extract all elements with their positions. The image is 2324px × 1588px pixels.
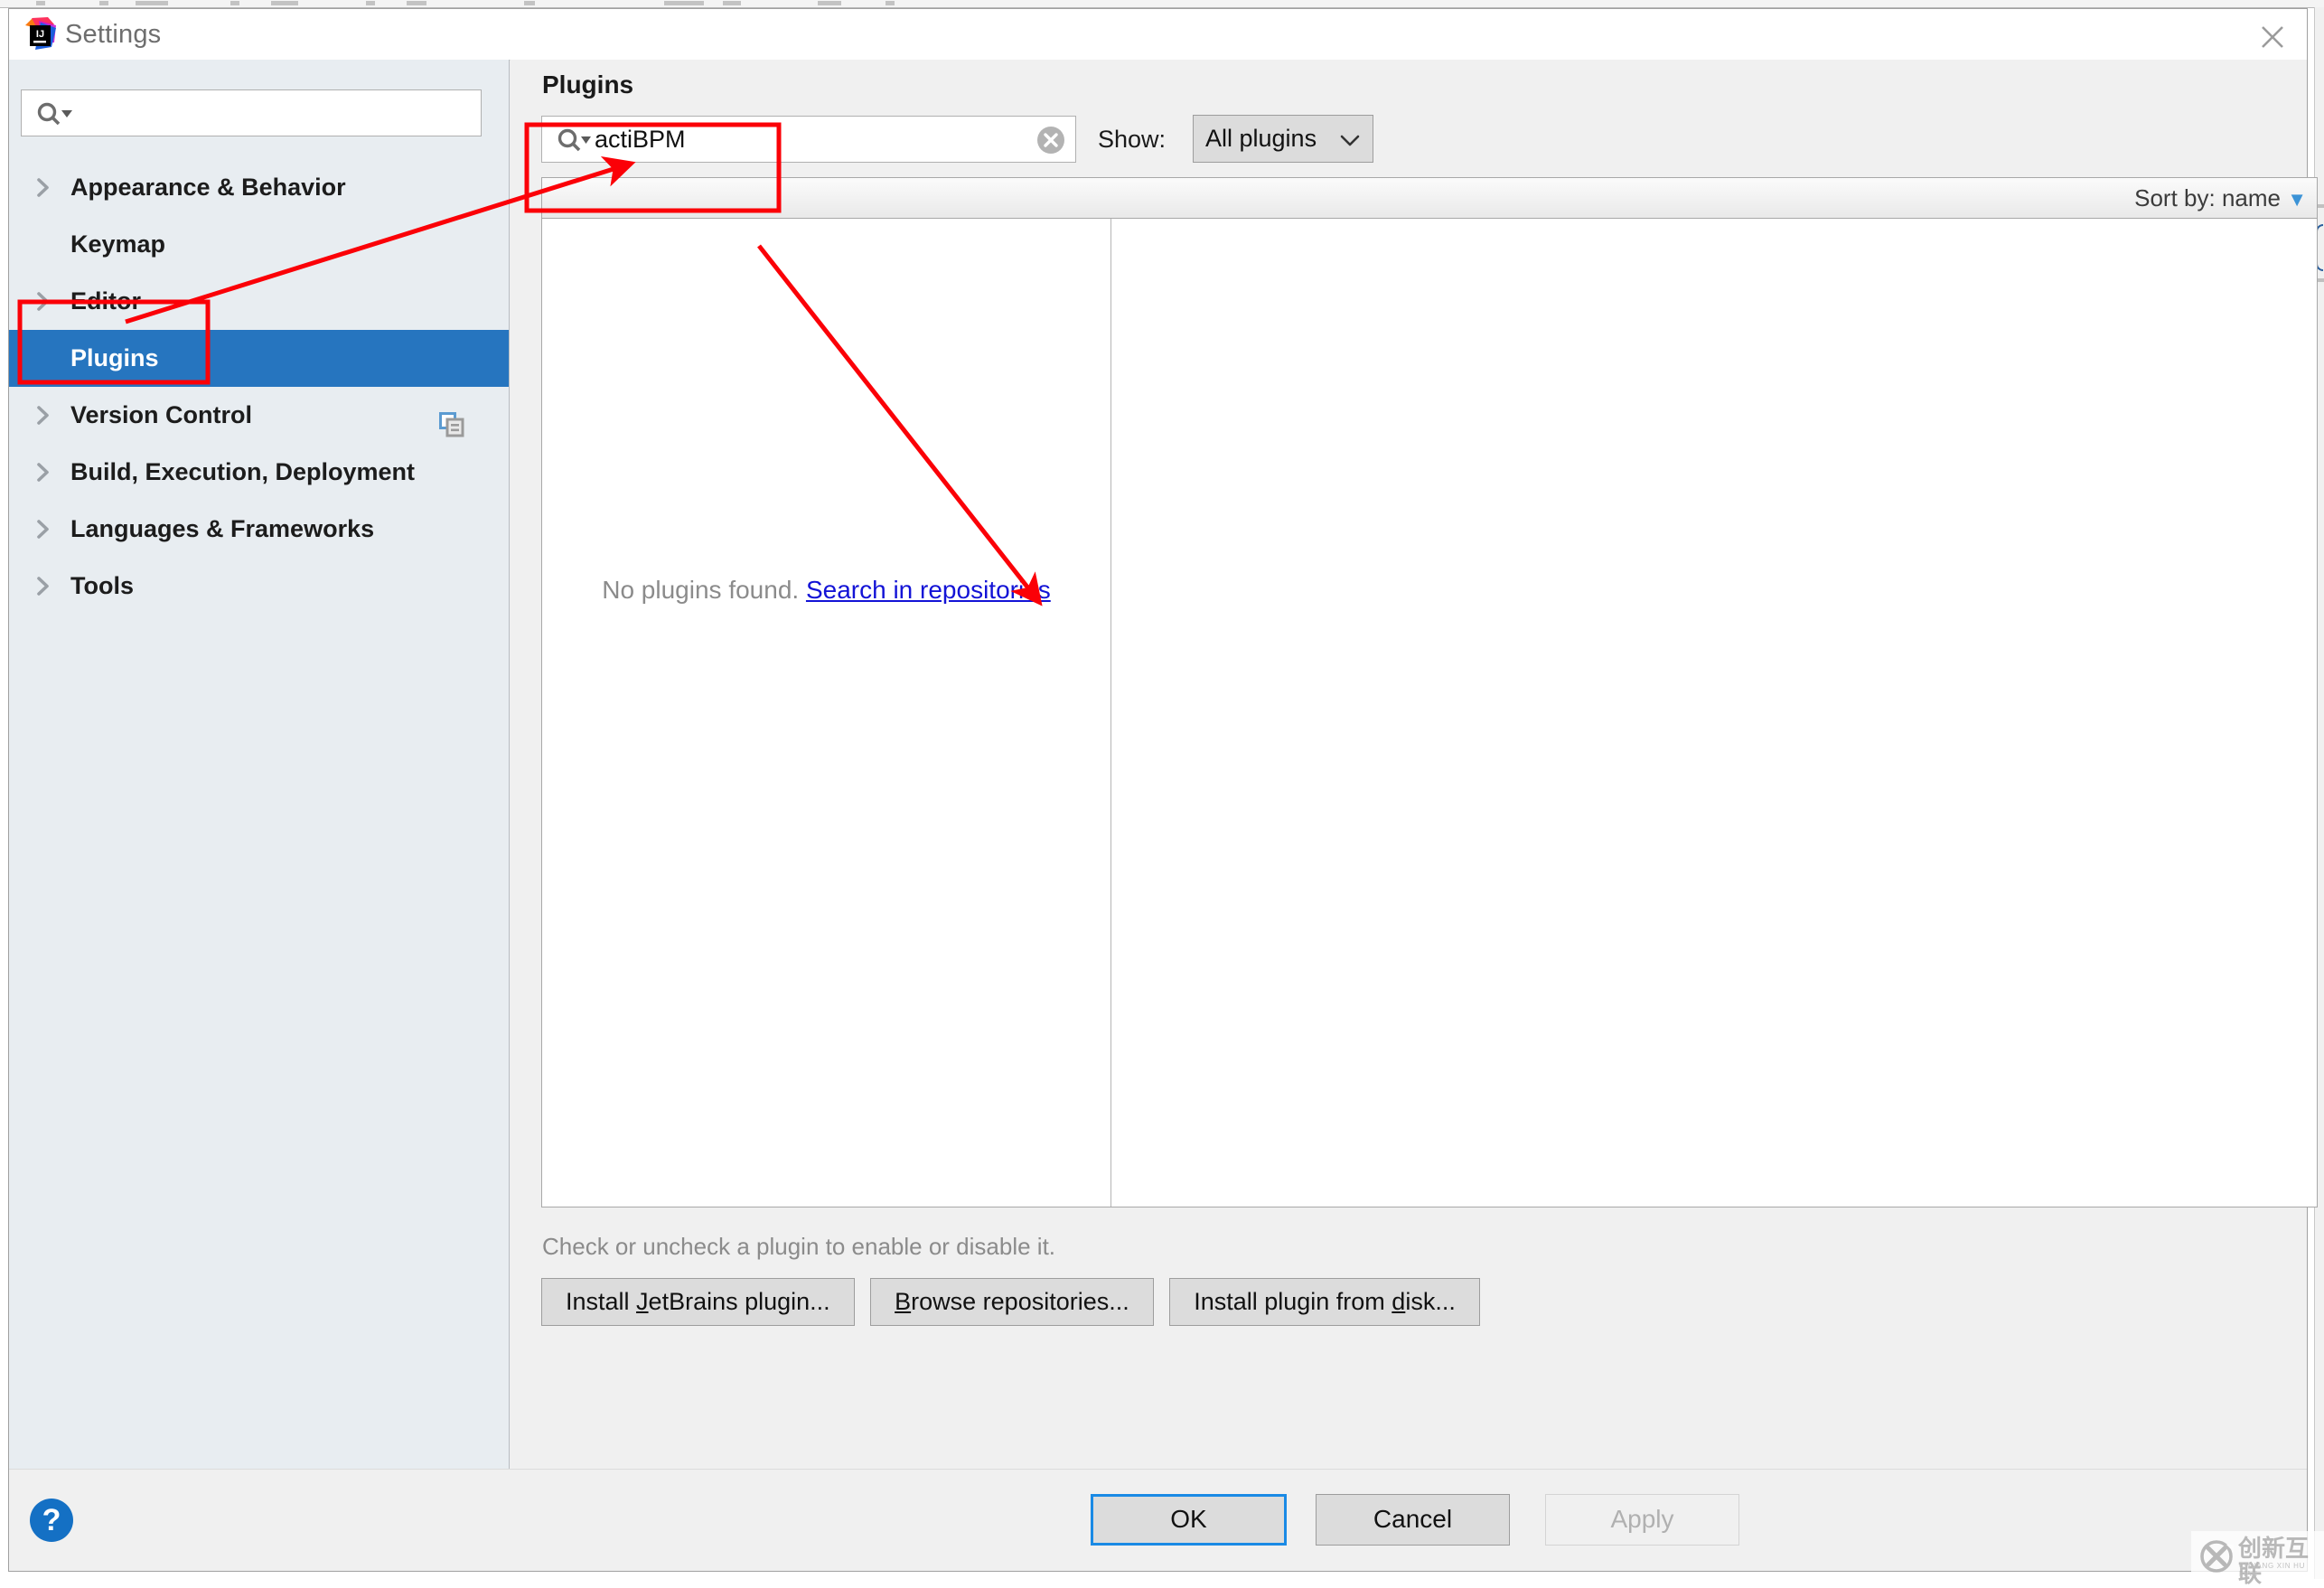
- plugin-detail-pane: [1111, 219, 2317, 1207]
- clear-circle-icon[interactable]: [1037, 127, 1064, 154]
- settings-tree: Appearance & Behavior Keymap Editor Plug…: [9, 159, 509, 615]
- sort-by-label: Sort by: name: [2134, 184, 2281, 211]
- btn-suffix: rowse repositories...: [911, 1288, 1129, 1315]
- chevron-right-icon: [32, 273, 55, 330]
- sidebar-item-label: Editor: [70, 287, 141, 315]
- sidebar-item-keymap[interactable]: Keymap: [9, 216, 509, 273]
- sidebar-item-label: Appearance & Behavior: [70, 174, 346, 201]
- btn-mnemonic: d: [1392, 1288, 1406, 1315]
- btn-mnemonic: B: [895, 1288, 912, 1315]
- dialog-titlebar: IJ Settings: [9, 9, 2307, 61]
- chevron-right-icon: [32, 501, 55, 558]
- triangle-down-icon: ▼: [2287, 188, 2307, 211]
- settings-search-input[interactable]: [21, 89, 482, 136]
- copy-settings-icon[interactable]: [438, 402, 465, 437]
- ok-button[interactable]: OK: [1091, 1494, 1287, 1546]
- plugins-panel: Plugins actiBPM Show: All plugins Sort b…: [511, 60, 2318, 1470]
- search-dropdown-icon: [555, 127, 596, 153]
- show-label: Show:: [1098, 126, 1167, 153]
- btn-suffix: isk...: [1405, 1288, 1456, 1315]
- show-filter-dropdown[interactable]: All plugins: [1193, 115, 1373, 163]
- sidebar-item-plugins[interactable]: Plugins: [9, 330, 509, 387]
- plugin-search-input[interactable]: actiBPM: [541, 116, 1076, 163]
- watermark-en: CHUANG XIN HU LIAN: [2239, 1562, 2306, 1578]
- sidebar-item-tools[interactable]: Tools: [9, 558, 509, 615]
- sidebar-item-label: Tools: [70, 572, 134, 599]
- apply-button: Apply: [1545, 1494, 1739, 1546]
- sidebar-item-label: Languages & Frameworks: [70, 515, 375, 542]
- chevron-right-icon: [32, 159, 55, 216]
- show-filter-value: All plugins: [1205, 125, 1317, 152]
- btn-mnemonic: J: [636, 1288, 649, 1315]
- sidebar-item-version-control[interactable]: Version Control: [9, 387, 509, 444]
- dialog-footer: ? OK Cancel Apply: [9, 1469, 2307, 1571]
- btn-suffix: etBrains plugin...: [648, 1288, 830, 1315]
- sidebar-item-label: Keymap: [70, 230, 166, 258]
- chevron-right-icon: [32, 387, 55, 444]
- dialog-title: Settings: [65, 20, 162, 49]
- watermark: 创新互联 CHUANG XIN HU LIAN: [2191, 1531, 2324, 1587]
- chevron-right-icon: [32, 558, 55, 615]
- search-in-repositories-link[interactable]: Search in repositories: [806, 576, 1051, 604]
- install-jetbrains-plugin-button[interactable]: Install JetBrains plugin...: [541, 1278, 855, 1326]
- btn-prefix: Install: [566, 1288, 637, 1315]
- cx-circle-logo-icon: [2199, 1539, 2234, 1578]
- cancel-button[interactable]: Cancel: [1316, 1494, 1510, 1546]
- settings-dialog: IJ Settings Appearance & Behavior Keymap…: [8, 8, 2318, 1572]
- sidebar-item-label: Build, Execution, Deployment: [70, 458, 416, 485]
- sort-by-button[interactable]: Sort by: name ▼: [2134, 178, 2307, 220]
- plugin-list-sort-bar: Sort by: name ▼: [542, 178, 2317, 219]
- settings-sidebar: Appearance & Behavior Keymap Editor Plug…: [9, 60, 510, 1470]
- chevron-down-icon: [1339, 133, 1361, 152]
- svg-text:IJ: IJ: [36, 29, 44, 40]
- sidebar-item-label: Plugins: [70, 344, 159, 371]
- install-plugin-from-disk-button[interactable]: Install plugin from disk...: [1169, 1278, 1480, 1326]
- search-dropdown-icon: [34, 101, 76, 127]
- sidebar-item-build-execution-deployment[interactable]: Build, Execution, Deployment: [9, 444, 509, 501]
- sidebar-item-appearance-behavior[interactable]: Appearance & Behavior: [9, 159, 509, 216]
- empty-state-message: No plugins found.: [602, 576, 800, 604]
- plugin-action-buttons: Install JetBrains plugin... Browse repos…: [541, 1278, 1492, 1326]
- plugins-hint-text: Check or uncheck a plugin to enable or d…: [542, 1233, 1056, 1260]
- page-title: Plugins: [542, 70, 634, 99]
- help-question-icon[interactable]: ?: [30, 1499, 73, 1542]
- chevron-right-icon: [32, 444, 55, 501]
- plugin-search-value: actiBPM: [595, 126, 686, 153]
- browse-repositories-button[interactable]: Browse repositories...: [870, 1278, 1154, 1326]
- btn-prefix: Install plugin from: [1194, 1288, 1392, 1315]
- plugin-list-container: Sort by: name ▼ No plugins found. Search…: [541, 177, 2318, 1207]
- sidebar-item-editor[interactable]: Editor: [9, 273, 509, 330]
- close-icon[interactable]: [2253, 16, 2292, 52]
- sidebar-item-label: Version Control: [70, 401, 253, 428]
- empty-state: No plugins found. Search in repositories: [542, 576, 1110, 605]
- intellij-idea-logo-icon: IJ: [24, 17, 57, 52]
- background-window-sliver: [0, 0, 2324, 8]
- help-glyph: ?: [42, 1503, 61, 1537]
- sidebar-item-languages-frameworks[interactable]: Languages & Frameworks: [9, 501, 509, 558]
